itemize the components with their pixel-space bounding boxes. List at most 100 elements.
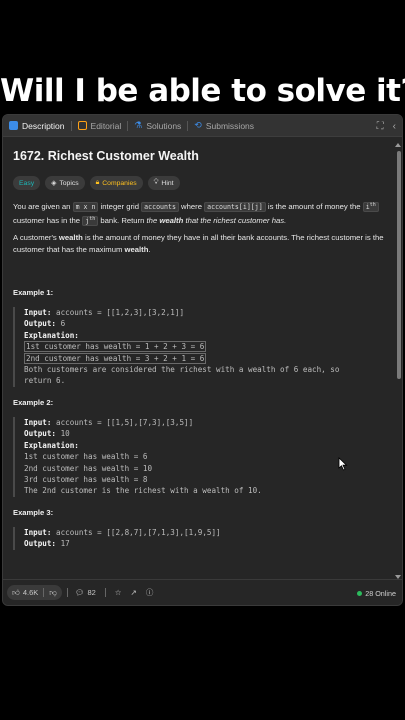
- share-button[interactable]: ↗: [131, 588, 137, 597]
- companies-label: Companies: [102, 179, 137, 187]
- tab-bar: Description Editorial ⚗ Solutions ⟲ Subm…: [3, 115, 402, 137]
- editorial-icon: [77, 121, 87, 130]
- footer-divider: [104, 588, 106, 597]
- explanation-line: 1st customer has wealth = 1 + 2 + 3 = 6: [24, 341, 389, 353]
- input-label: Input:: [24, 308, 52, 317]
- solutions-icon: ⚗: [134, 120, 143, 130]
- example-2-block: Input: accounts = [[1,5],[7,3],[3,5]] Ou…: [13, 417, 389, 497]
- thumbs-down-icon: 👎︎: [49, 587, 57, 597]
- panel-tools: ⛶ ‹: [377, 115, 396, 137]
- description-paragraph-2: A customer's wealth is the amount of mon…: [13, 232, 391, 256]
- vote-divider: [43, 588, 45, 597]
- tab-label: Editorial: [90, 120, 122, 131]
- text: that the richest customer has.: [183, 216, 287, 226]
- example-1-title: Example 1:: [13, 288, 54, 297]
- tab-solutions[interactable]: ⚗ Solutions: [128, 115, 187, 136]
- problem-tags: Easy ◈ Topics 🔒︎ Companies 💡︎ Hint: [13, 176, 180, 190]
- text: integer grid: [98, 202, 142, 212]
- explanation-line: Both customers are considered the riches…: [24, 365, 340, 375]
- explanation-line: The 2nd customer is the richest with a w…: [24, 486, 262, 496]
- example-output-line: Output: 6: [24, 318, 389, 329]
- companies-chip[interactable]: 🔒︎ Companies: [89, 176, 143, 190]
- thumbs-up-icon: 👍︎: [12, 587, 20, 597]
- example-input: accounts = [[1,2,3],[3,2,1]]: [56, 308, 185, 317]
- example-input-line: Input: accounts = [[1,5],[7,3],[3,5]]: [24, 417, 389, 428]
- code-accounts: accounts: [141, 202, 179, 213]
- tab-submissions[interactable]: ⟲ Submissions: [188, 115, 260, 136]
- online-indicator: 28 Online: [357, 580, 396, 605]
- explanation-line: 2nd customer has wealth = 3 + 2 + 1 = 6: [24, 352, 389, 364]
- explanation-line: 3rd customer has wealth = 8: [24, 475, 148, 485]
- example-3-block: Input: accounts = [[2,8,7],[7,1,3],[1,9,…: [13, 527, 389, 550]
- online-count: 28 Online: [365, 588, 396, 598]
- topics-chip[interactable]: ◈ Topics: [45, 176, 85, 190]
- online-dot-icon: [357, 590, 363, 596]
- lock-icon: 🔒︎: [95, 179, 100, 186]
- text: A customer's: [13, 233, 59, 242]
- example-input-line: Input: accounts = [[1,2,3],[3,2,1]]: [24, 307, 389, 318]
- code-j: jth: [82, 216, 99, 227]
- tab-description[interactable]: Description: [3, 115, 71, 136]
- text: You are given an: [13, 202, 73, 212]
- hint-chip[interactable]: 💡︎ Hint: [147, 176, 180, 190]
- input-label: Input:: [24, 528, 52, 537]
- problem-footer: 👍︎ 4.6K 👎︎ 💬︎ 82 ☆ ↗ ⓘ 28 Online: [3, 579, 402, 605]
- explanation-line: 1st customer has wealth = 6: [24, 452, 148, 462]
- input-label: Input:: [24, 418, 52, 427]
- example-3-title: Example 3:: [13, 508, 54, 517]
- explanation-text: 2nd customer has wealth = 3 + 2 + 1 = 6: [24, 352, 207, 364]
- text: the: [146, 216, 160, 226]
- explanation-line: return 6.: [24, 376, 66, 386]
- problem-description: 1672. Richest Customer Wealth Easy ◈ Top…: [11, 137, 392, 577]
- share-icon: ↗: [130, 588, 137, 597]
- lightbulb-icon: 💡︎: [153, 179, 159, 186]
- explanation-text: 1st customer has wealth = 1 + 2 + 3 = 6: [24, 341, 207, 353]
- dislike-button[interactable]: 👎︎: [49, 588, 57, 598]
- example-output: 6: [60, 319, 66, 329]
- example-2-title: Example 2:: [13, 398, 54, 407]
- star-icon: ☆: [114, 588, 122, 597]
- mouse-cursor-icon: [338, 457, 348, 471]
- scroll-up-arrow-icon[interactable]: [395, 143, 401, 147]
- code-accounts-index: accounts[i][j]: [204, 202, 266, 213]
- example-output: 10: [60, 429, 70, 439]
- tab-label: Description: [22, 120, 65, 131]
- video-caption: Will I be able to solve it?: [0, 73, 405, 109]
- example-output: 17: [60, 539, 70, 549]
- example-input: accounts = [[1,5],[7,3],[3,5]]: [56, 418, 194, 427]
- problem-title: 1672. Richest Customer Wealth: [13, 149, 199, 163]
- footer-divider: [66, 588, 68, 597]
- superscript-th: th: [89, 216, 96, 223]
- description-paragraph-1: You are given an m x n integer grid acco…: [13, 199, 391, 227]
- tag-icon: ◈: [51, 180, 57, 187]
- topics-label: Topics: [59, 179, 79, 187]
- output-label: Output:: [24, 429, 57, 439]
- text: .: [148, 245, 151, 254]
- favorite-button[interactable]: ☆: [115, 588, 122, 597]
- problem-panel: Description Editorial ⚗ Solutions ⟲ Subm…: [2, 114, 403, 606]
- submissions-icon: ⟲: [194, 120, 202, 130]
- tab-label: Solutions: [146, 120, 182, 131]
- text: where: [178, 202, 205, 212]
- vote-group: 👍︎ 4.6K 👎︎: [7, 585, 62, 600]
- comment-icon: 💬︎: [74, 588, 85, 597]
- example-input: accounts = [[2,8,7],[7,1,3],[1,9,5]]: [56, 528, 221, 537]
- superscript-th: th: [369, 202, 376, 208]
- example-output-line: Output: 17: [24, 538, 389, 549]
- example-output-line: Output: 10: [24, 428, 389, 439]
- tab-editorial[interactable]: Editorial: [72, 115, 128, 136]
- tab-label: Submissions: [205, 120, 255, 131]
- difficulty-badge: Easy: [13, 176, 41, 190]
- maximize-icon[interactable]: ⛶: [377, 121, 384, 132]
- explanation-line: 2nd customer has wealth = 10: [24, 463, 153, 473]
- comments-button[interactable]: 💬︎ 82: [75, 588, 96, 597]
- help-button[interactable]: ⓘ: [146, 587, 154, 598]
- collapse-icon[interactable]: ‹: [393, 121, 396, 132]
- explanation-label: Explanation:: [24, 440, 79, 450]
- scrollbar-thumb[interactable]: [397, 151, 401, 379]
- output-label: Output:: [24, 539, 57, 549]
- explanation-label: Explanation:: [24, 330, 79, 340]
- text-bold: wealth: [159, 216, 184, 226]
- explanation-label-line: Explanation:: [24, 440, 389, 451]
- like-button[interactable]: 👍︎ 4.6K: [12, 588, 38, 598]
